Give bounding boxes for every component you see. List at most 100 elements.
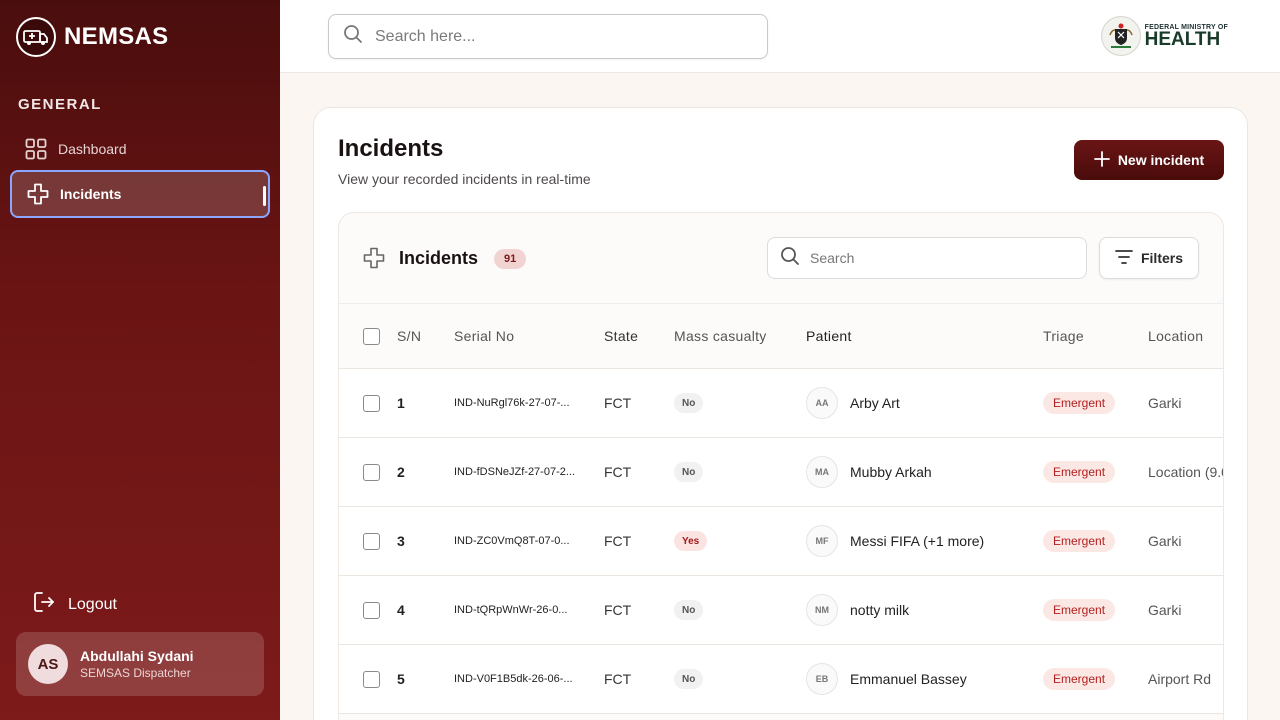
page-subtitle: View your recorded incidents in real-tim…: [338, 171, 591, 187]
mass-casualty-badge: No: [674, 462, 704, 482]
row-sn: 3: [397, 533, 405, 549]
row-sn: 4: [397, 602, 405, 618]
logout-icon: [32, 590, 56, 619]
sidebar-item-incidents[interactable]: Incidents: [10, 170, 270, 218]
new-incident-button[interactable]: New incident: [1074, 140, 1224, 180]
page-title: Incidents: [338, 135, 444, 162]
medical-cross-icon: [26, 182, 50, 206]
user-name: Abdullahi Sydani: [80, 648, 194, 664]
column-header-sn[interactable]: S/N: [397, 304, 447, 368]
filters-button[interactable]: Filters: [1099, 237, 1199, 279]
ambulance-logo-icon: [16, 17, 56, 57]
row-checkbox[interactable]: [363, 394, 380, 412]
patient-name: Emmanuel Bassey: [850, 671, 967, 687]
table-header-row: S/N Serial No State Mass casualty Patien…: [339, 304, 1223, 369]
patient-avatar: AA: [806, 387, 838, 419]
count-badge: 91: [494, 249, 527, 269]
logout-label: Logout: [68, 595, 117, 613]
search-icon: [780, 246, 800, 271]
row-location: Garki: [1148, 602, 1182, 618]
column-header-triage[interactable]: Triage: [1043, 304, 1143, 368]
filter-icon: [1115, 249, 1133, 268]
row-checkbox[interactable]: [363, 601, 380, 619]
incidents-table-panel: Incidents 91 Filters S/N: [338, 212, 1224, 720]
medical-cross-icon: [363, 247, 385, 274]
global-search[interactable]: [328, 14, 768, 59]
mass-casualty-badge: Yes: [674, 531, 708, 551]
brand-name: NEMSAS: [64, 23, 169, 50]
table-row[interactable]: 3 IND-ZC0VmQ8T-07-0... FCT Yes MF Messi …: [339, 507, 1223, 576]
column-header-patient[interactable]: Patient: [806, 304, 1036, 368]
section-title: GENERAL: [18, 96, 102, 113]
patient-name: Messi FIFA (+1 more): [850, 533, 985, 549]
row-serial: IND-tQRpWnWr-26-0...: [454, 604, 568, 616]
triage-badge: Emergent: [1043, 392, 1116, 414]
column-header-serial[interactable]: Serial No: [454, 304, 594, 368]
filters-label: Filters: [1140, 250, 1183, 266]
row-location: Airport Rd: [1148, 671, 1212, 687]
triage-badge: Emergent: [1043, 668, 1116, 690]
column-header-state[interactable]: State: [604, 304, 664, 368]
triage-badge: Emergent: [1043, 599, 1116, 621]
sidebar: NEMSAS GENERAL Dashboard Incidents Logou…: [0, 0, 280, 720]
row-serial: IND-NuRgl76k-27-07-...: [454, 397, 570, 409]
global-search-input[interactable]: [375, 27, 735, 46]
coat-of-arms-icon: [1100, 16, 1141, 56]
sidebar-item-dashboard[interactable]: Dashboard: [10, 125, 270, 173]
row-state: FCT: [604, 533, 632, 549]
patient-avatar: MF: [806, 525, 838, 557]
table-row[interactable]: 1 IND-NuRgl76k-27-07-... FCT No AA Arby …: [339, 369, 1223, 438]
user-role: SEMSAS Dispatcher: [80, 666, 191, 680]
row-state: FCT: [604, 671, 632, 687]
row-checkbox[interactable]: [363, 532, 380, 550]
patient-avatar: NM: [806, 594, 838, 626]
row-sn: 2: [397, 464, 405, 480]
row-location: Location (9.0: [1148, 464, 1224, 480]
table-search-input[interactable]: [810, 250, 1070, 266]
table-row[interactable]: 2 IND-fDSNeJZf-27-07-2... FCT No MA Mubb…: [339, 438, 1224, 507]
triage-badge: Emergent: [1043, 461, 1116, 483]
avatar: AS: [28, 644, 68, 684]
row-location: Garki: [1148, 533, 1182, 549]
patient-name: Arby Art: [850, 395, 900, 411]
mass-casualty-badge: No: [674, 669, 704, 689]
row-checkbox[interactable]: [363, 670, 380, 688]
table-search[interactable]: [767, 237, 1087, 279]
brand[interactable]: NEMSAS: [16, 17, 168, 57]
row-serial: IND-V0F1B5dk-26-06-...: [454, 673, 573, 685]
row-sn: 1: [397, 395, 405, 411]
logout-button[interactable]: Logout: [32, 590, 117, 619]
row-checkbox[interactable]: [363, 463, 380, 481]
mass-casualty-badge: No: [674, 600, 704, 620]
sidebar-item-label: Dashboard: [58, 141, 127, 157]
ministry-logo: FEDERAL MINISTRY OF HEALTH: [1100, 16, 1228, 56]
triage-badge: Emergent: [1043, 530, 1116, 552]
row-location: Garki: [1148, 395, 1182, 411]
table-row[interactable]: 5 IND-V0F1B5dk-26-06-... FCT No EB Emman…: [339, 645, 1223, 714]
top-bar: FEDERAL MINISTRY OF HEALTH: [280, 0, 1280, 73]
sidebar-item-label: Incidents: [60, 186, 122, 202]
column-header-location[interactable]: Location: [1148, 304, 1223, 368]
table-title: Incidents: [399, 248, 479, 268]
row-sn: 5: [397, 671, 405, 687]
incidents-card: Incidents View your recorded incidents i…: [313, 107, 1248, 720]
incidents-table: S/N Serial No State Mass casualty Patien…: [339, 303, 1224, 714]
patient-name: notty milk: [850, 602, 910, 618]
row-state: FCT: [604, 395, 632, 411]
plus-icon: [1093, 150, 1110, 170]
grid-icon: [24, 137, 48, 161]
table-row[interactable]: 4 IND-tQRpWnWr-26-0... FCT No NM notty m…: [339, 576, 1223, 645]
row-state: FCT: [604, 602, 632, 618]
search-icon: [343, 24, 363, 49]
row-serial: IND-ZC0VmQ8T-07-0...: [454, 535, 570, 547]
new-incident-label: New incident: [1117, 152, 1205, 168]
patient-name: Mubby Arkah: [850, 464, 932, 480]
column-header-mass-casualty[interactable]: Mass casualty: [674, 304, 794, 368]
ministry-big-text: HEALTH: [1144, 28, 1221, 50]
row-state: FCT: [604, 464, 632, 480]
user-card[interactable]: AS Abdullahi Sydani SEMSAS Dispatcher: [16, 632, 264, 696]
table-header-bar: Incidents 91 Filters: [339, 213, 1223, 303]
mass-casualty-badge: No: [674, 393, 704, 413]
select-all-checkbox[interactable]: [363, 327, 380, 345]
patient-avatar: MA: [806, 456, 838, 488]
